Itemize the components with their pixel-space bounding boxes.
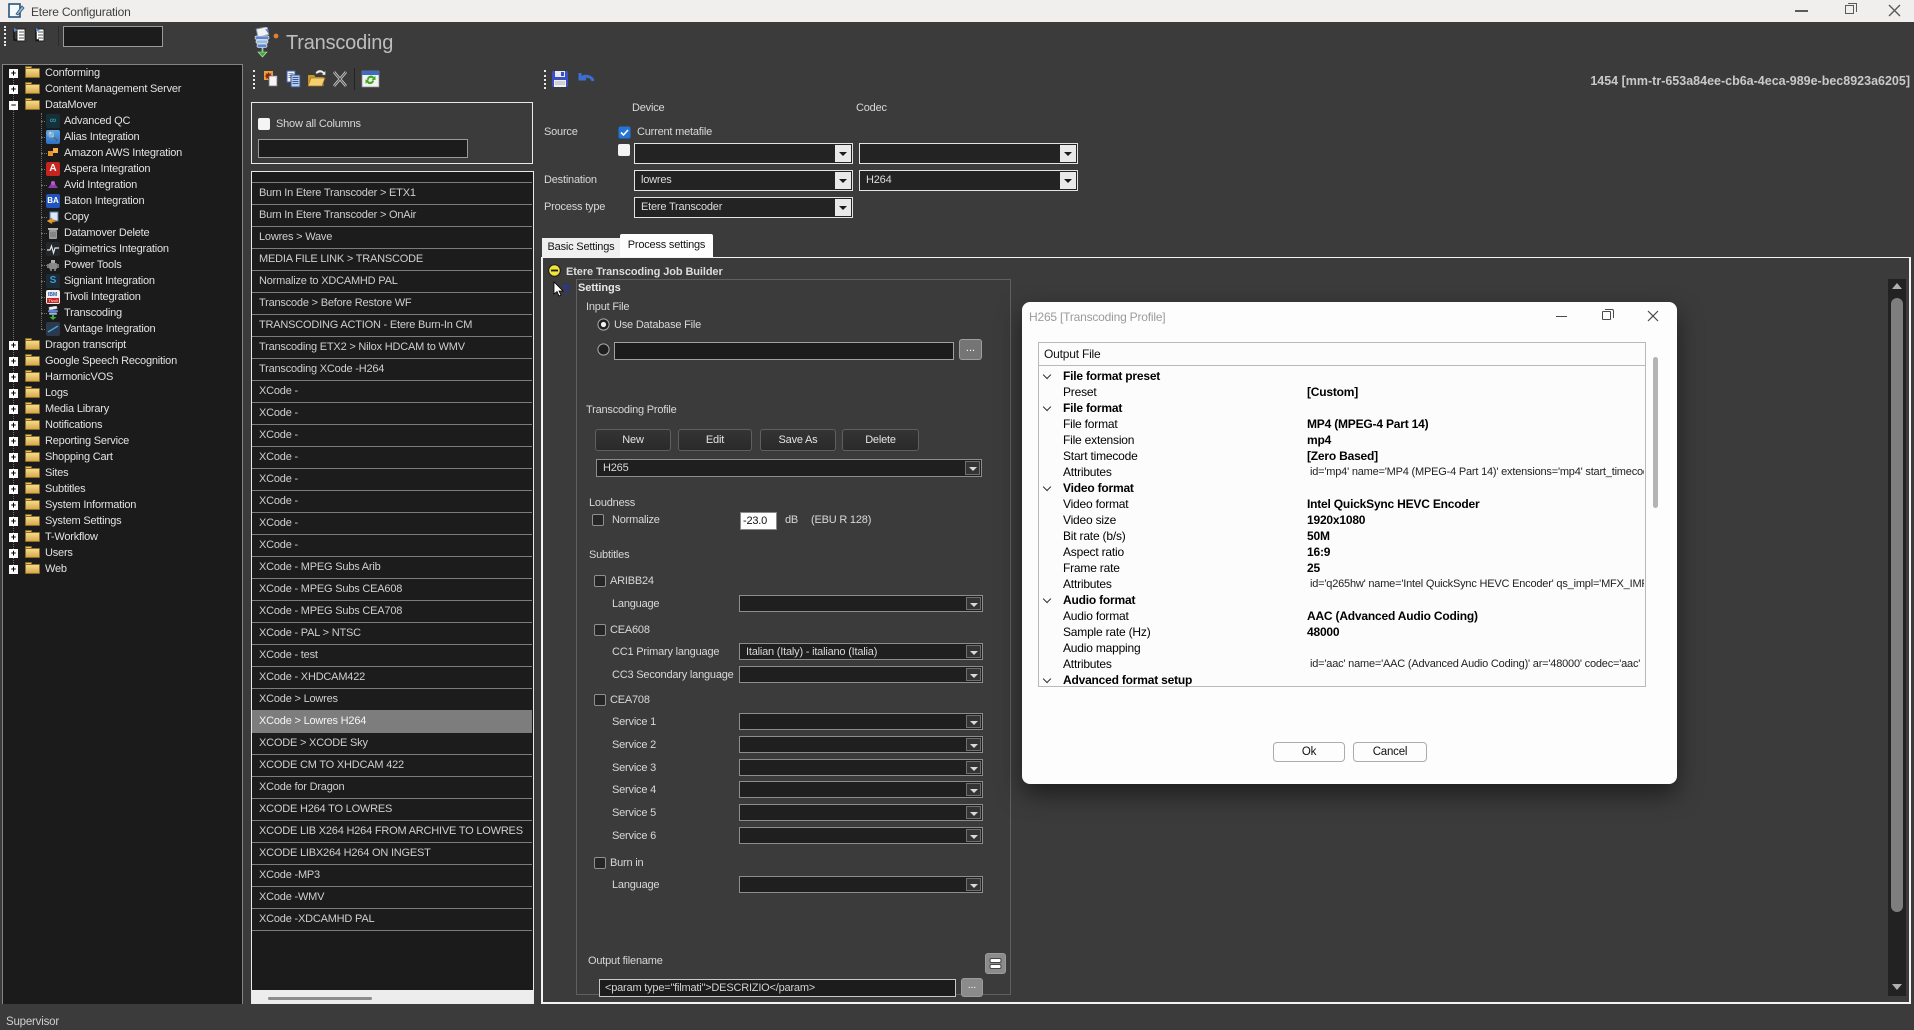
svg-text:Tivoli: Tivoli <box>49 298 58 303</box>
svg-text:?: ? <box>562 282 570 297</box>
